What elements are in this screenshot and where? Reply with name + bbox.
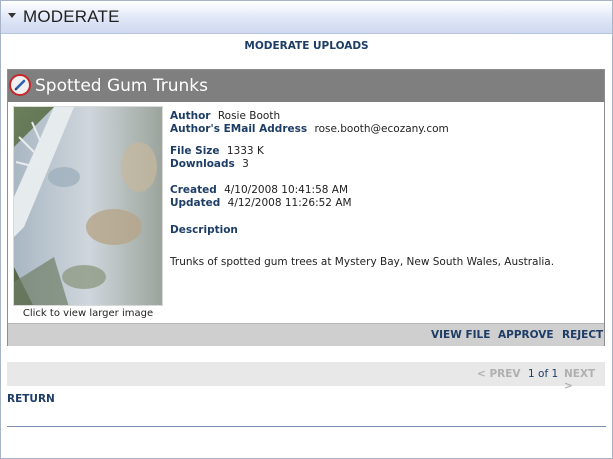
next-page-link[interactable]: NEXT > [564,368,605,392]
filesize-value: 1333 K [226,145,264,157]
email-label: Author's EMail Address [170,123,308,135]
created-label: Created [170,184,217,196]
pager: < PREV 1 of 1 NEXT > [7,362,605,392]
page-info: 1 of 1 [528,368,559,380]
thumbnail-caption[interactable]: Click to view larger image [13,308,163,319]
return-link[interactable]: RETURN [7,393,55,405]
divider [7,426,606,427]
downloads-row: Downloads 3 [170,158,249,171]
downloads-label: Downloads [170,158,235,170]
module-header: MODERATE [1,1,612,34]
approve-link[interactable]: APPROVE [498,329,554,341]
upload-item: Spotted Gum Trunks Click to view larger … [7,69,605,346]
item-title: Spotted Gum Trunks [35,76,209,96]
section-title: MODERATE UPLOADS [244,40,369,52]
reject-link[interactable]: REJECT [562,329,603,341]
author-row: Author Rosie Booth [170,110,280,123]
downloads-value: 3 [242,158,249,170]
filesize-label: File Size [170,145,220,157]
email-row: Author's EMail Address rose.booth@ecozan… [170,123,449,136]
updated-row: Updated 4/12/2008 11:26:52 AM [170,197,352,210]
prev-page-link[interactable]: < PREV [477,368,521,380]
edit-pencil-icon[interactable] [9,74,31,96]
updated-value: 4/12/2008 11:26:52 AM [227,197,352,209]
module-title: MODERATE [23,7,120,26]
author-value: Rosie Booth [217,110,281,122]
created-value: 4/10/2008 10:41:58 AM [224,184,349,196]
author-label: Author [170,110,211,122]
filesize-row: File Size 1333 K [170,145,264,158]
item-actions-bar: VIEW FILE APPROVE REJECT [8,323,604,346]
view-file-link[interactable]: VIEW FILE [431,329,490,341]
moderate-module: MODERATE MODERATE UPLOADS Spotted Gum Tr… [0,0,613,459]
created-row: Created 4/10/2008 10:41:58 AM [170,184,348,197]
item-titlebar: Spotted Gum Trunks [8,70,604,102]
description-label: Description [170,224,238,236]
description-row: Description [170,224,242,237]
email-value: rose.booth@ecozany.com [314,123,449,135]
collapse-triangle-icon[interactable] [8,13,16,18]
item-thumbnail[interactable] [13,106,163,306]
updated-label: Updated [170,197,221,209]
description-text: Trunks of spotted gum trees at Mystery B… [170,256,555,268]
